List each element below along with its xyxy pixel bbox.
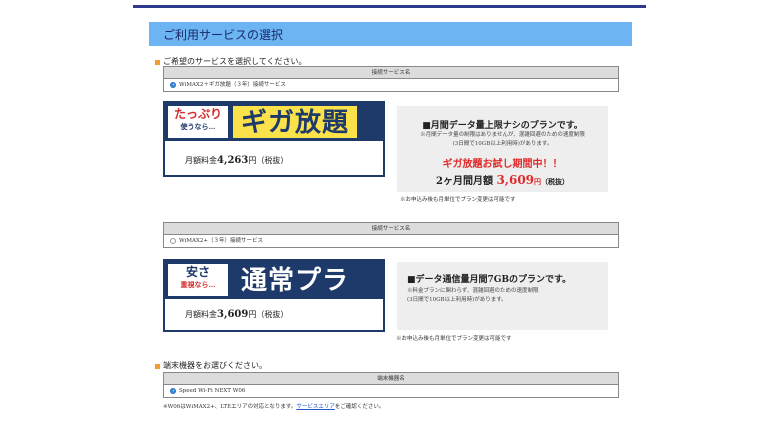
plan-table-normal: 接続サービス名 WiMAX2+（３年）接続サービス [163, 222, 619, 248]
normal-tag: 安さ 重視なら… [168, 264, 228, 296]
table-header: 接続サービス名 [164, 223, 618, 235]
normal-plan-price: 月額料金3,609円（税抜） [185, 309, 289, 320]
page-title: ご利用サービスの選択 [149, 22, 632, 46]
plan-table-giga: 接続サービス名 WiMAX2＋ギガ放題（３年）接続サービス [163, 66, 619, 92]
device-option-w06[interactable]: Speed Wi-Fi NEXT W06 [164, 385, 618, 397]
top-divider [133, 5, 646, 8]
giga-footnote: ※お申込み後も月単位でプラン変更は可能です [400, 197, 516, 203]
giga-plan-banner: たっぷり 使うなら… ギガ放題 月額料金4,263円（税抜） [163, 101, 385, 177]
giga-plan-title: ギガ放題 [233, 106, 358, 138]
normal-plan-title: 通常プラン [241, 265, 350, 327]
giga-tag: たっぷり 使うなら… [168, 106, 228, 138]
table-header: 端末機器名 [164, 373, 618, 385]
bullet-square-icon [155, 59, 160, 65]
device-table: 端末機器名 Speed Wi-Fi NEXT W06 [163, 372, 619, 398]
normal-plan-info: ■データ通信量月間7GBのプランです。 ※料金プランに関わらず、混雑回避のための… [397, 262, 608, 330]
normal-footnote: ※お申込み後も月単位でプラン変更は可能です [396, 336, 512, 342]
trial-notice: ギガ放題お試し期間中！！ [442, 159, 563, 170]
giga-plan-info: ■月間データ量上限ナシのプランです。 ※月間データ量の制限はありませんが、混雑回… [397, 106, 608, 192]
table-header: 接続サービス名 [164, 67, 618, 79]
radio-selected-icon[interactable] [170, 81, 176, 88]
normal-plan-banner: 安さ 重視なら… 通常プラン 月額料金3,609円（税抜） [163, 259, 385, 332]
device-footnote: ※W06はWiMAX2+、LTEエリアの対応となります。サービスエリアをご確認く… [163, 404, 385, 410]
radio-selected-icon[interactable] [170, 387, 176, 394]
device-section-label: 端末機器をお選びください。 [155, 360, 267, 371]
trial-price: 2ヶ月間月額 3,609円（税抜） [435, 173, 570, 187]
service-area-link[interactable]: サービスエリア [296, 404, 335, 410]
plan-option-normal[interactable]: WiMAX2+（３年）接続サービス [164, 235, 618, 247]
bullet-square-icon [155, 363, 160, 369]
plan-option-giga[interactable]: WiMAX2＋ギガ放題（３年）接続サービス [164, 79, 618, 91]
radio-unselected-icon[interactable] [170, 237, 176, 244]
giga-plan-price: 月額料金4,263円（税抜） [185, 155, 289, 166]
